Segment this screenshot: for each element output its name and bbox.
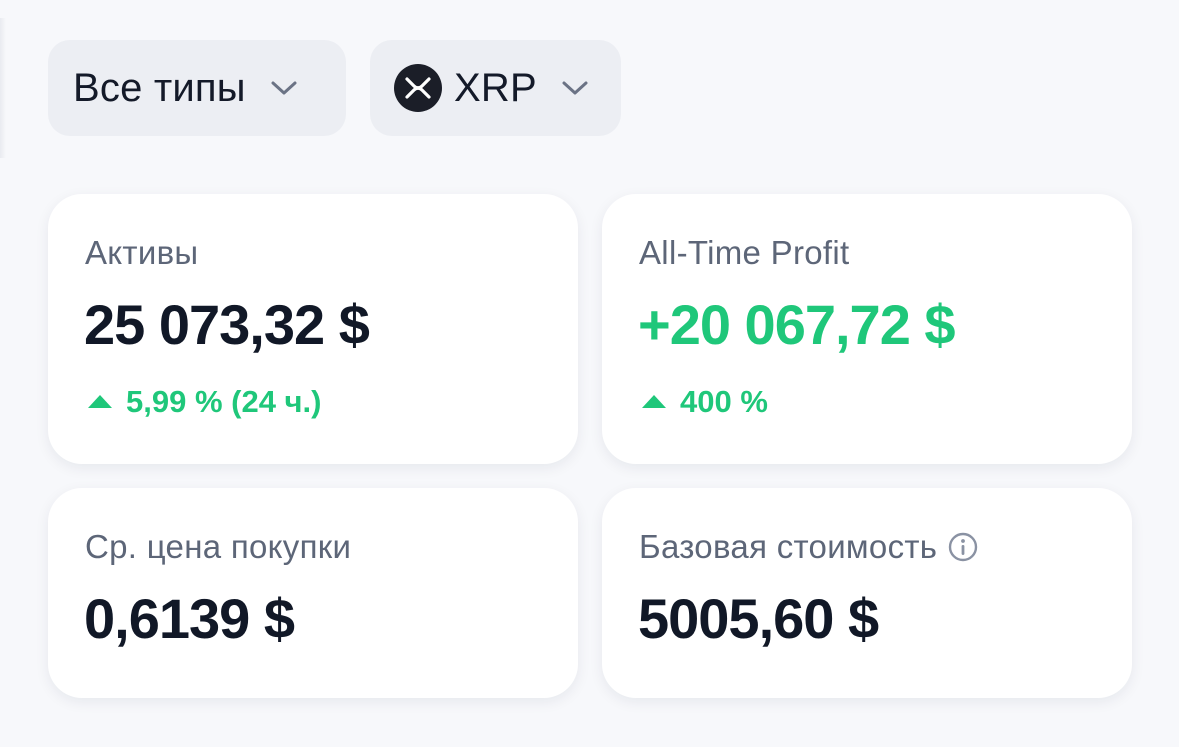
triangle-up-icon [88,394,112,408]
assets-value: 25 073,32 $ [84,293,370,356]
type-filter-dropdown[interactable]: Все типы [48,40,346,136]
profit-card: All-Time Profit +20 067,72 $ 400 % [602,194,1132,464]
chevron-down-icon [561,79,589,97]
profit-change: 400 % [642,384,768,420]
avg-price-card: Ср. цена покупки 0,6139 $ [48,488,578,698]
base-cost-title-row: Базовая стоимость [639,528,979,566]
avg-price-value: 0,6139 $ [84,587,295,650]
base-cost-value: 5005,60 $ [638,587,879,650]
coin-filter-dropdown[interactable]: XRP [370,40,621,136]
xrp-logo-icon [394,64,442,112]
assets-card: Активы 25 073,32 $ 5,99 % (24 ч.) [48,194,578,464]
base-cost-title: Базовая стоимость [639,528,938,565]
triangle-up-icon [642,394,666,408]
profit-title: All-Time Profit [639,234,850,271]
assets-title: Активы [85,234,199,271]
profit-value: +20 067,72 $ [638,293,956,356]
coin-filter-label: XRP [454,65,537,110]
base-cost-card: Базовая стоимость 5005,60 $ [602,488,1132,698]
info-icon[interactable] [947,531,979,563]
chevron-down-icon [270,79,298,97]
edge-shadow [0,18,6,158]
assets-change-text: 5,99 % (24 ч.) [126,384,322,419]
type-filter-label: Все типы [73,65,246,110]
profit-change-text: 400 % [680,384,768,419]
assets-change: 5,99 % (24 ч.) [88,384,321,420]
avg-price-title: Ср. цена покупки [85,528,352,565]
